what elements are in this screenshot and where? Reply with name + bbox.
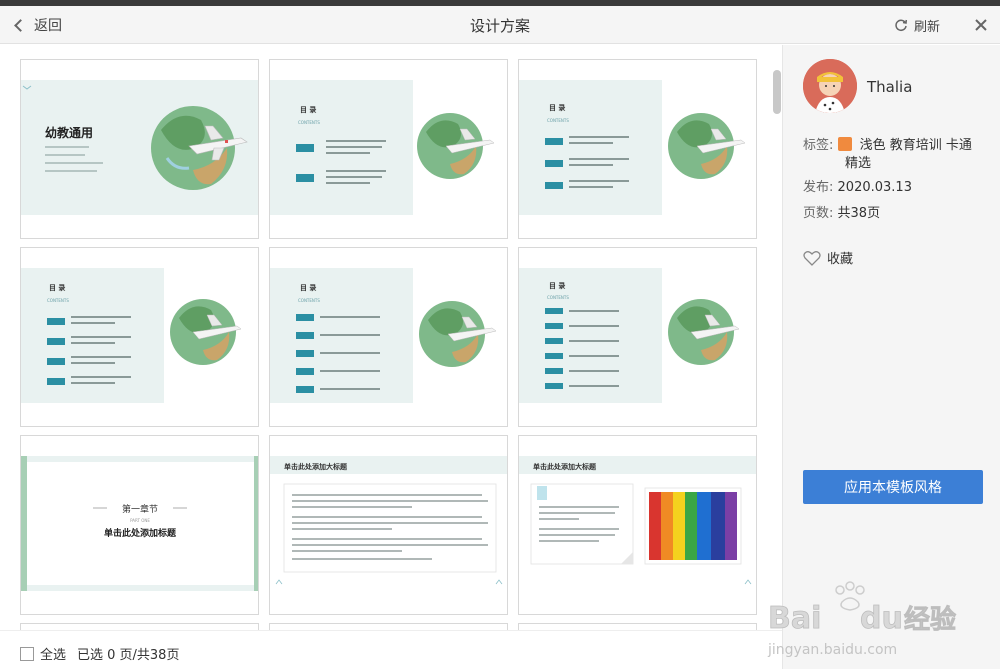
tags-label: 标签: [803,138,834,153]
favorite-button[interactable]: 收藏 [803,248,853,267]
contents-heading: 目 录 [300,284,316,292]
slide-thumbnail-10[interactable] [20,623,259,630]
select-all-label: 全选 [40,648,67,663]
contents-heading: 目 录 [549,282,565,290]
slide-thumbnail-11[interactable] [269,623,508,630]
page-title: 设计方案 [469,17,530,35]
tags-row: 标签: 浅色 教育培训 卡通 [803,137,972,155]
select-all-checkbox[interactable]: 全选 [20,644,66,663]
author-name: Thalia [867,78,913,96]
slide-preview: 目 录 CONTENTS [519,60,756,238]
slide-preview: 单击此处添加大标题 [519,436,756,614]
baidu-jingyan-watermark: Bai du 经验 jingyan.baidu.com [767,581,956,658]
slide-thumbnail-8[interactable]: 单击此处添加大标题 [269,435,508,615]
page-count-row: 页数: 共38页 [803,205,880,223]
slide-preview: 幼教通用 [21,60,258,238]
tags-value: 浅色 教育培训 卡通 [859,138,972,153]
heart-icon [803,250,821,266]
slide-preview: 目 录 CONTENTS [270,60,507,238]
apply-template-button[interactable]: 应用本模板风格 [803,470,983,504]
slide-thumbnail-9[interactable]: 单击此处添加大标题 [518,435,757,615]
refresh-button[interactable]: 刷新 [894,15,940,35]
tag-icon [837,137,852,151]
slide-heading: 单击此处添加大标题 [284,462,348,471]
slide-thumbnail-12[interactable] [518,623,757,630]
watermark-url: jingyan.baidu.com [767,642,897,658]
close-icon[interactable] [972,16,990,34]
watermark-text-2: du [860,601,903,636]
contents-sub: CONTENTS [47,298,69,303]
slide-thumbnail-1[interactable]: 幼教通用 [20,59,259,239]
avatar [803,59,857,113]
slide-preview: 目 录 CONTENTS [21,248,258,426]
slide-thumbnail-area: 幼教通用 目 录 CONTENTS 目 录 CONTENTS 目 录 CONTE… [0,45,782,630]
contents-sub: CONTENTS [298,298,320,303]
scrollbar-thumb[interactable] [773,70,781,114]
watermark-text-1: Bai [768,601,821,636]
refresh-icon [895,19,908,32]
slide-thumbnail-2[interactable]: 目 录 CONTENTS [269,59,508,239]
slide-preview: 单击此处添加大标题 [270,436,507,614]
chapter-part: PART ONE [130,518,150,523]
slide-preview: 目 录 CONTENTS [270,248,507,426]
template-info-panel: Thalia 标签: 浅色 教育培训 卡通 精选 发布: 2020.03.13 … [782,45,1000,669]
chapter-subtitle: 单击此处添加标题 [104,527,177,539]
tags-value-line2: 精选 [845,156,872,171]
contents-heading: 目 录 [49,284,65,292]
date-value: 2020.03.13 [837,180,912,195]
pages-value: 共38页 [837,206,881,221]
slide-preview: 目 录 CONTENTS [519,248,756,426]
selected-count: 已选 0 页/共38页 [77,648,180,663]
tags-row-continued: 精选 [845,155,871,173]
footer-bar: 全选 已选 0 页/共38页 [0,630,782,669]
favorite-label: 收藏 [827,252,854,267]
scrollbar-track[interactable] [770,115,780,630]
watermark-text-3: 经验 [904,604,956,635]
slide-heading: 单击此处添加大标题 [533,462,597,471]
slide-thumbnail-6[interactable]: 目 录 CONTENTS [518,247,757,427]
date-label: 发布: [803,180,834,195]
avatar-illustration [803,59,857,113]
publish-date-row: 发布: 2020.03.13 [803,179,912,197]
slide-thumbnail-7[interactable]: 第一章节 PART ONE 单击此处添加标题 [20,435,259,615]
slide-thumbnail-4[interactable]: 目 录 CONTENTS [20,247,259,427]
contents-sub: CONTENTS [547,295,569,300]
slide-thumbnail-3[interactable]: 目 录 CONTENTS [518,59,757,239]
chapter-title: 第一章节 [122,503,158,515]
slide-preview: 第一章节 PART ONE 单击此处添加标题 [21,436,258,614]
checkbox-icon [20,646,34,661]
cover-title: 幼教通用 [45,125,93,140]
refresh-label: 刷新 [913,19,940,35]
pages-label: 页数: [803,206,834,221]
contents-heading: 目 录 [549,104,565,112]
contents-heading: 目 录 [300,106,316,114]
contents-sub: CONTENTS [298,120,320,125]
header-bar: 返回 设计方案 刷新 [0,6,1000,44]
slide-thumbnail-5[interactable]: 目 录 CONTENTS [269,247,508,427]
contents-sub: CONTENTS [547,118,569,123]
